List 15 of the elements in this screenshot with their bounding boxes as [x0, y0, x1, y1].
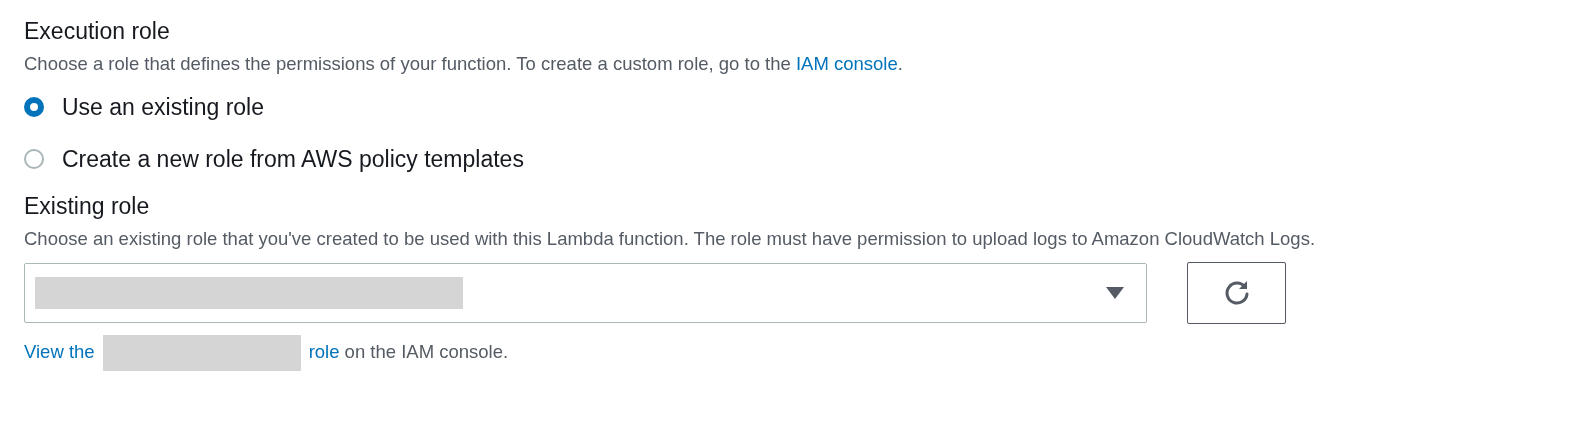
radio-label[interactable]: Use an existing role [62, 89, 264, 125]
section-title: Execution role [24, 17, 171, 46]
view-role-text: View the role on the IAM console. [24, 332, 1544, 372]
description-text: Choose a role that defines the permissions of your function. To create a custom role, go to the IAM console. [24, 52, 904, 76]
caret-icon [1106, 287, 1124, 299]
view-role-link[interactable]: View the [24, 341, 95, 362]
description-text: Choose an existing role that you've created to be used with this Lambda function. The role must have permission to upload logs to Amazon CloudWatch Logs. [24, 227, 1317, 251]
section-title: Existing role [24, 192, 151, 221]
radio-label[interactable]: Create a new role from AWS policy templates [62, 141, 524, 177]
iam-console-link[interactable]: IAM console [795, 53, 898, 74]
refresh-button[interactable] [1187, 262, 1286, 324]
radio-button[interactable] [24, 97, 44, 117]
view-role-link[interactable]: role [308, 341, 340, 362]
refresh-icon [1222, 279, 1251, 307]
radio-button[interactable] [24, 149, 44, 169]
